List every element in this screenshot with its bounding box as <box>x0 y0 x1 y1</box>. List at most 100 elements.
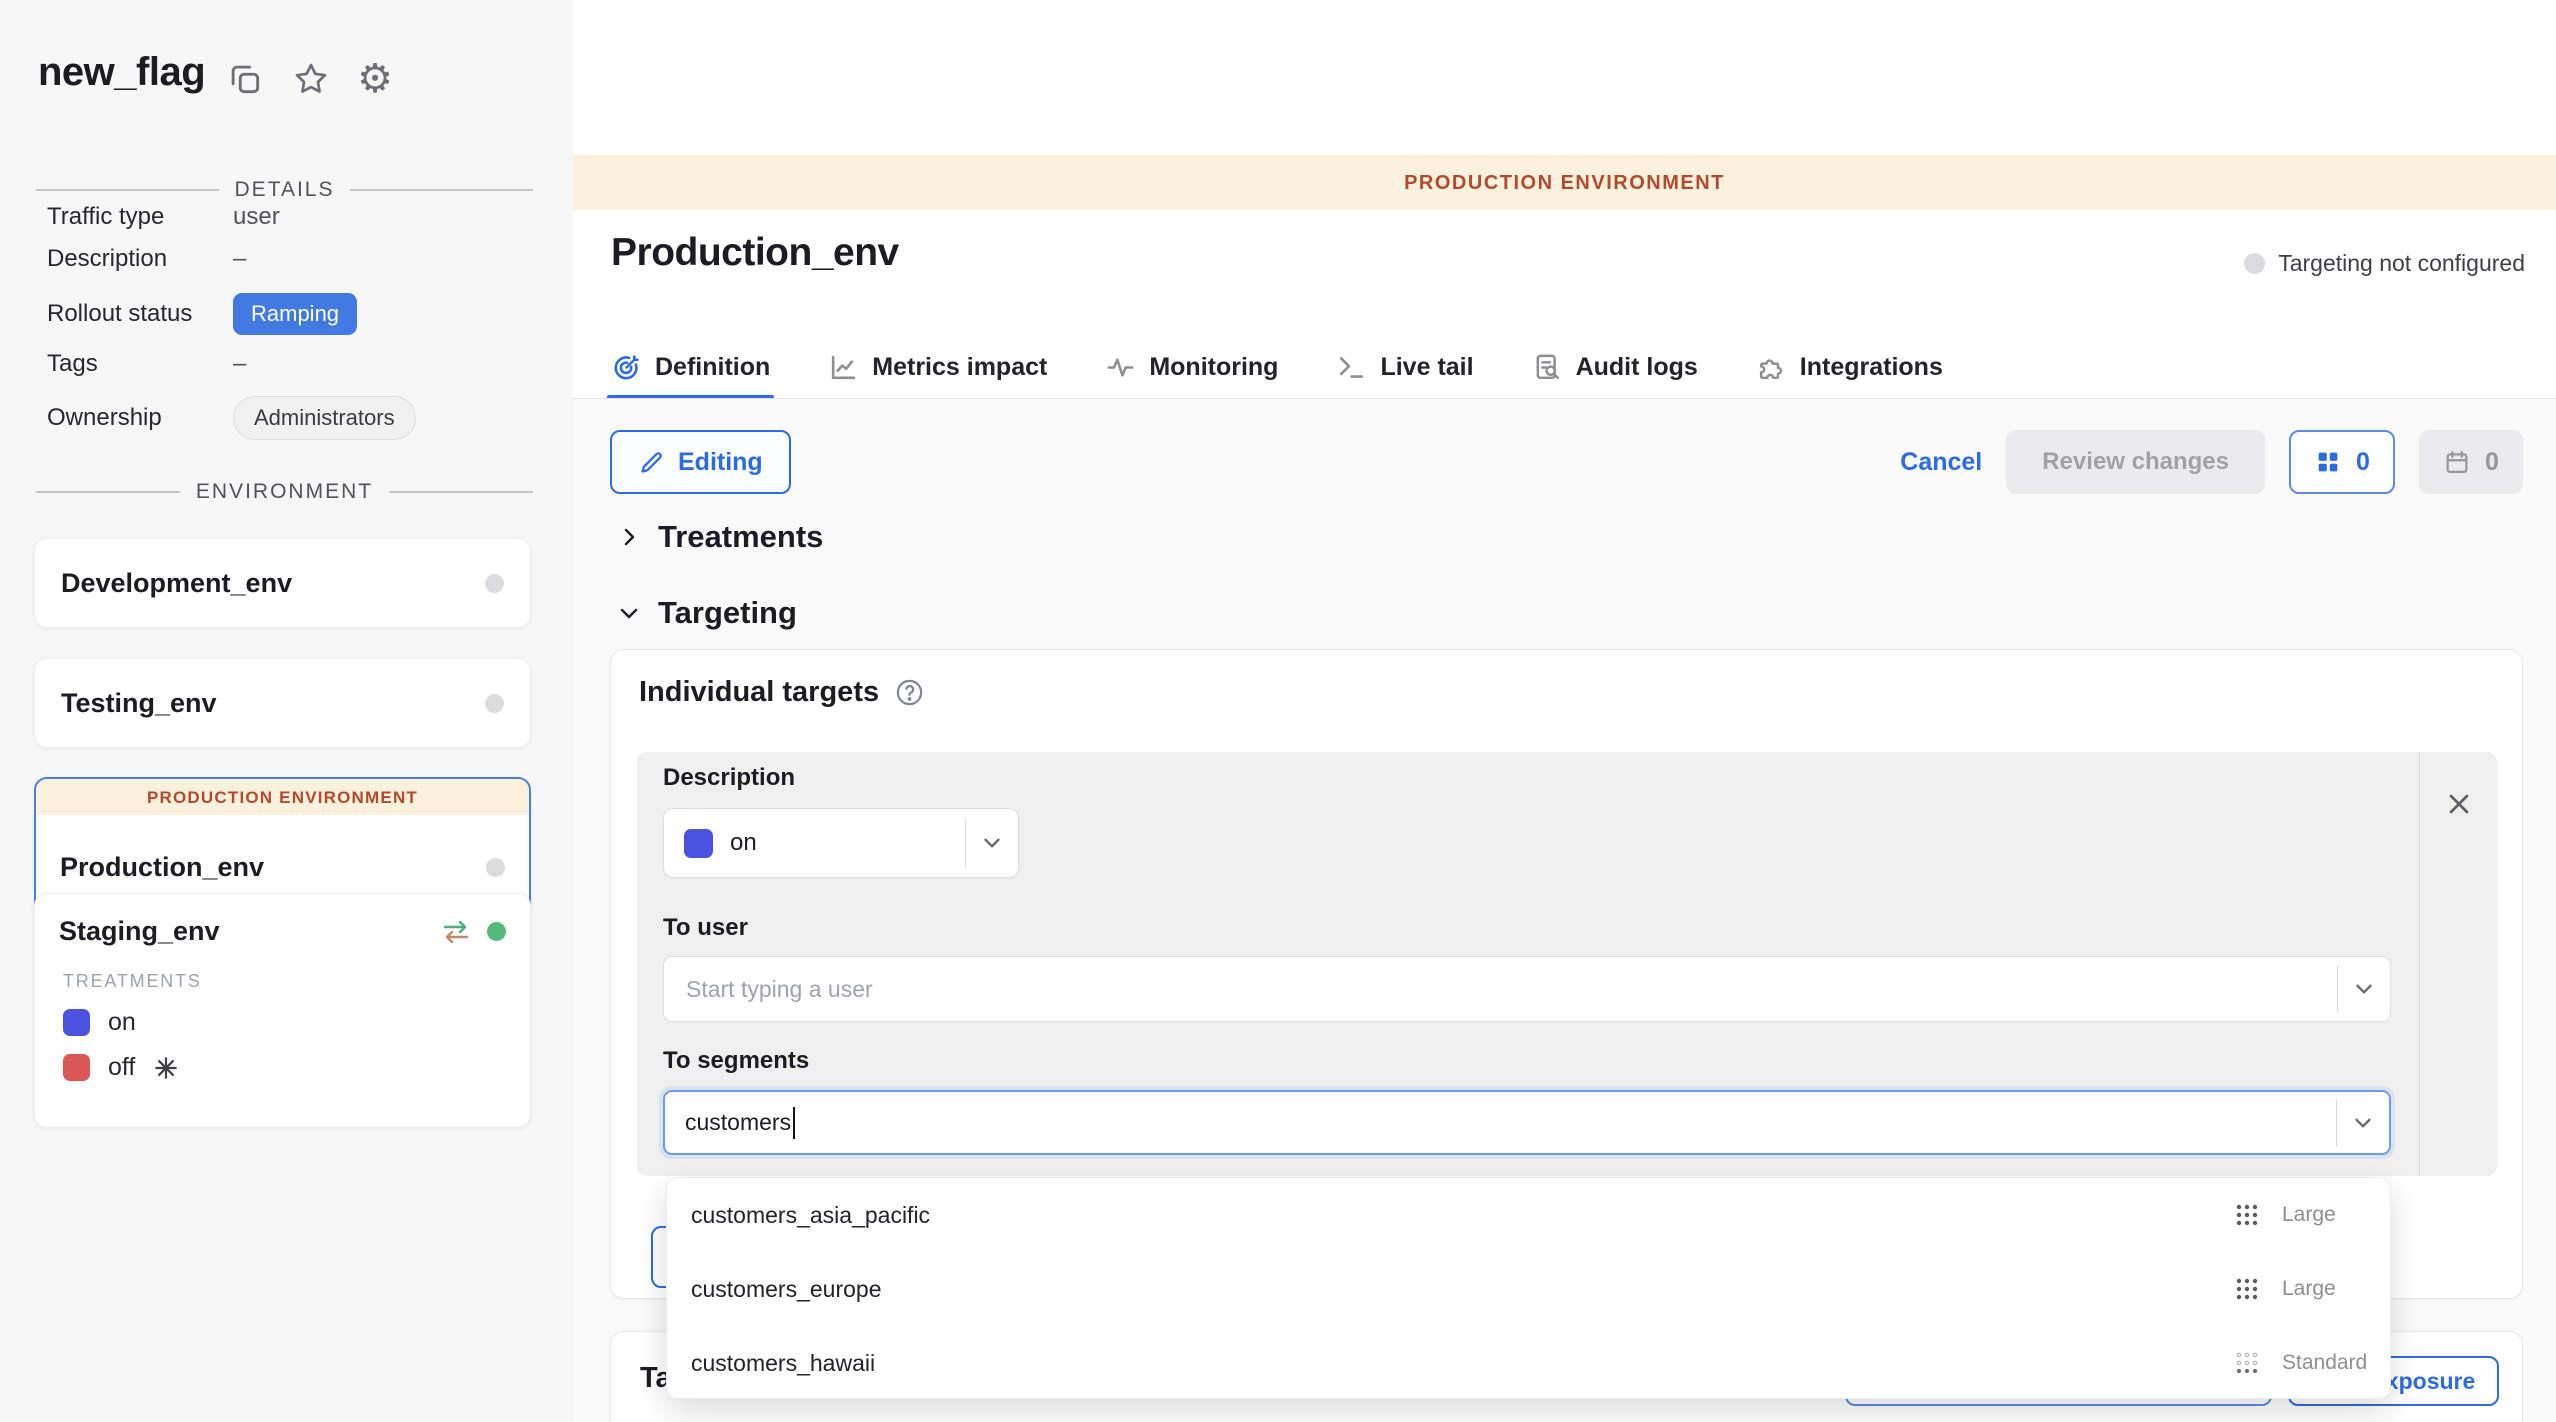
schedule-count-button[interactable]: 0 <box>2419 430 2523 494</box>
divider <box>965 819 966 867</box>
detail-row-description: Description – <box>47 245 533 273</box>
close-icon[interactable] <box>2443 788 2475 820</box>
env-status-dot <box>485 574 504 593</box>
to-segments-input[interactable]: customers <box>663 1090 2391 1155</box>
env-name: Testing_env <box>61 688 485 719</box>
toolbar-right: Cancel Review changes 0 0 <box>1900 430 2523 494</box>
to-segments-field-label: To segments <box>663 1047 809 1075</box>
chevron-down-icon <box>2351 976 2377 1002</box>
env-name: Staging_env <box>59 916 441 947</box>
tags-label: Tags <box>47 350 233 378</box>
cancel-button[interactable]: Cancel <box>1900 448 1982 477</box>
detail-row-traffic-type: Traffic type user <box>47 203 533 231</box>
tab-label: Definition <box>655 353 770 382</box>
tab-live-tail[interactable]: Live tail <box>1336 335 1473 399</box>
main-content: Editing Cancel Review changes 0 0 Treatm… <box>573 399 2556 1422</box>
segment-size: Large <box>2282 1277 2366 1301</box>
tags-value: – <box>233 350 246 378</box>
treatments-section-toggle[interactable]: Treatments <box>617 519 823 555</box>
divider <box>2337 965 2338 1013</box>
treatment-row-off: off <box>63 1053 506 1082</box>
segment-option-hawaii[interactable]: customers_hawaii Standard <box>667 1326 2390 1399</box>
segment-size: Large <box>2282 1203 2366 1227</box>
pulse-icon <box>1105 352 1136 383</box>
chevron-down-icon <box>617 601 641 625</box>
app-root: new_flag ⚙ DETAILS Traffic type user Des… <box>0 0 2556 1422</box>
status-dot <box>2244 253 2265 274</box>
env-status-dot-green <box>487 922 506 941</box>
description-label: Description <box>47 245 233 273</box>
editing-label: Editing <box>678 448 763 477</box>
review-changes-button[interactable]: Review changes <box>2006 430 2265 494</box>
environment-section-header: ENVIRONMENT <box>36 480 533 504</box>
treatments-heading: TREATMENTS <box>63 971 506 992</box>
tab-monitoring[interactable]: Monitoring <box>1105 335 1278 399</box>
review-changes-label: Review changes <box>2042 448 2229 476</box>
env-status-dot <box>486 858 505 877</box>
terminal-icon <box>1336 352 1367 383</box>
calendar-icon <box>2443 448 2471 476</box>
status-text: Targeting not configured <box>2278 250 2525 277</box>
description-value: – <box>233 245 246 273</box>
targeting-section-title: Targeting <box>658 595 797 631</box>
chevron-right-icon <box>617 525 641 549</box>
sync-arrows-icon <box>441 917 471 947</box>
selected-treatment-value: on <box>730 829 965 857</box>
treatments-section-title: Treatments <box>658 519 823 555</box>
segment-name: customers_europe <box>691 1276 2232 1303</box>
env-card-staging[interactable]: Staging_env TREATMENTS on off <box>34 893 531 1128</box>
segment-option-europe[interactable]: customers_europe Large <box>667 1252 2390 1326</box>
traffic-type-label: Traffic type <box>47 203 233 231</box>
segment-grid-icon-large <box>2232 1200 2262 1230</box>
detail-row-rollout-status: Rollout status Ramping <box>47 293 533 335</box>
treatment-row-on: on <box>63 1008 506 1037</box>
detail-row-tags: Tags – <box>47 350 533 378</box>
to-user-input[interactable]: Start typing a user <box>663 956 2391 1022</box>
details-heading: DETAILS <box>235 178 335 202</box>
treatment-label: on <box>108 1008 136 1037</box>
segment-name: customers_asia_pacific <box>691 1202 2232 1229</box>
page-title: Production_env <box>611 231 899 275</box>
treatment-color-swatch-off <box>63 1054 90 1081</box>
env-status-dot <box>485 694 504 713</box>
flag-name-title: new_flag <box>38 50 205 95</box>
gear-icon[interactable]: ⚙ <box>356 60 394 98</box>
env-card-testing[interactable]: Testing_env <box>34 658 531 748</box>
segment-option-asia-pacific[interactable]: customers_asia_pacific Large <box>667 1178 2390 1252</box>
divider <box>36 189 219 191</box>
tab-definition[interactable]: Definition <box>611 335 770 399</box>
chevron-down-icon <box>979 830 1005 856</box>
env-card-development[interactable]: Development_env <box>34 538 531 628</box>
treatment-label: off <box>108 1053 135 1082</box>
divider <box>389 491 533 493</box>
star-icon[interactable] <box>292 60 330 98</box>
puzzle-icon <box>1756 352 1787 383</box>
segment-name: customers_hawaii <box>691 1350 2232 1377</box>
chevron-down-icon <box>2350 1110 2376 1136</box>
targeting-section-toggle[interactable]: Targeting <box>617 595 797 631</box>
segments-dropdown: customers_asia_pacific Large customers_e… <box>666 1177 2391 1399</box>
individual-targets-title: Individual targets <box>639 676 879 709</box>
metrics-chart-icon <box>828 352 859 383</box>
to-user-field-label: To user <box>663 914 748 942</box>
tab-label: Monitoring <box>1149 353 1278 382</box>
copy-icon[interactable] <box>226 60 264 98</box>
treatment-select[interactable]: on <box>663 808 1019 878</box>
divider <box>36 491 180 493</box>
tab-label: Integrations <box>1800 353 1943 382</box>
tab-integrations[interactable]: Integrations <box>1756 335 1943 399</box>
target-rule-panel: Description on To user Start typing a us… <box>637 752 2497 1176</box>
description-field-label: Description <box>663 764 795 792</box>
changes-count-button[interactable]: 0 <box>2289 430 2395 494</box>
tab-metrics-impact[interactable]: Metrics impact <box>828 335 1047 399</box>
segment-grid-icon-large <box>2232 1274 2262 1304</box>
tab-audit-logs[interactable]: Audit logs <box>1532 335 1698 399</box>
rollout-status-label: Rollout status <box>47 300 233 328</box>
segment-grid-icon-standard <box>2232 1348 2262 1378</box>
editing-button[interactable]: Editing <box>610 430 791 494</box>
pencil-icon <box>638 449 665 476</box>
tab-label: Audit logs <box>1576 353 1698 382</box>
audit-log-icon <box>1532 352 1563 383</box>
help-question-icon[interactable] <box>894 677 925 708</box>
env-name: Development_env <box>61 568 485 599</box>
